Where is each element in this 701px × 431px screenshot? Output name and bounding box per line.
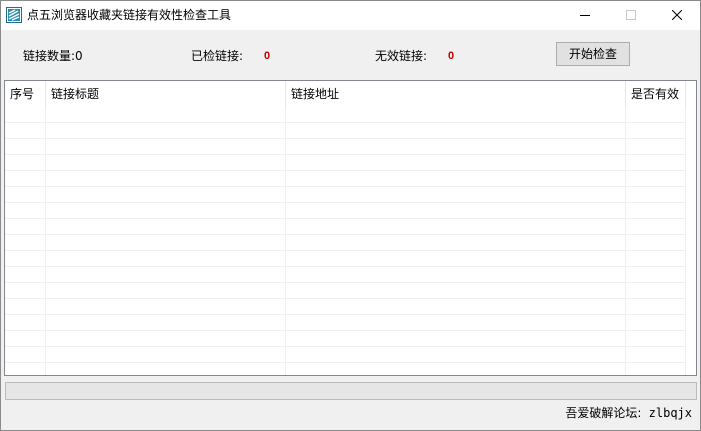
grid-column-line xyxy=(285,107,286,375)
footer-credit-label: 吾爱破解论坛: xyxy=(565,406,642,420)
grid-row-line xyxy=(5,314,686,315)
footer-credit: 吾爱破解论坛: zlbqjx xyxy=(565,405,692,421)
grid-row-line xyxy=(5,234,686,235)
grid-row-line xyxy=(5,154,686,155)
grid-row-line xyxy=(5,218,686,219)
grid-row-line xyxy=(5,266,686,267)
table-header: 序号 链接标题 链接地址 是否有效 xyxy=(5,81,696,107)
app-logo-icon xyxy=(6,7,22,23)
progress-bar xyxy=(5,382,697,400)
grid-row-line xyxy=(5,346,686,347)
grid-row-line xyxy=(5,362,686,363)
grid-column-line xyxy=(625,107,626,375)
checked-links-label: 已检链接: xyxy=(191,49,244,63)
table-body[interactable] xyxy=(5,107,696,375)
column-header-index[interactable]: 序号 xyxy=(5,81,46,107)
title-bar[interactable]: 点五浏览器收藏夹链接有效性检查工具 xyxy=(1,1,700,30)
grid-row-line xyxy=(5,330,686,331)
invalid-links-value: 0 xyxy=(448,50,455,62)
grid-row-line xyxy=(5,202,686,203)
grid-row-line xyxy=(5,170,686,171)
column-header-title[interactable]: 链接标题 xyxy=(46,81,286,107)
grid-row-line xyxy=(5,138,686,139)
start-check-button[interactable]: 开始检查 xyxy=(556,42,630,66)
column-header-url[interactable]: 链接地址 xyxy=(286,81,626,107)
column-header-valid[interactable]: 是否有效 xyxy=(626,81,686,107)
minimize-button[interactable] xyxy=(562,1,608,30)
window-title: 点五浏览器收藏夹链接有效性检查工具 xyxy=(27,8,232,22)
grid-column-line xyxy=(45,107,46,375)
minimize-icon xyxy=(580,15,590,16)
stats-panel: 链接数量:0 已检链接: 0 无效链接: 0 开始检查 xyxy=(1,30,700,79)
close-icon xyxy=(672,10,682,20)
app-window: 点五浏览器收藏夹链接有效性检查工具 链接数量:0 已检链接: 0 无效链接: 0… xyxy=(0,0,701,431)
grid-row-line xyxy=(5,250,686,251)
grid-row-line xyxy=(5,122,686,123)
invalid-links-label: 无效链接: xyxy=(375,49,428,63)
close-button[interactable] xyxy=(654,1,700,30)
links-table[interactable]: 序号 链接标题 链接地址 是否有效 xyxy=(4,80,697,376)
link-count-label: 链接数量:0 xyxy=(23,49,83,63)
grid-column-line xyxy=(685,107,686,375)
maximize-button[interactable] xyxy=(608,1,654,30)
maximize-icon xyxy=(626,10,636,20)
grid-row-line xyxy=(5,298,686,299)
grid-row-line xyxy=(5,186,686,187)
footer-credit-user: zlbqjx xyxy=(641,406,692,420)
checked-links-value: 0 xyxy=(264,50,271,62)
grid-row-line xyxy=(5,282,686,283)
